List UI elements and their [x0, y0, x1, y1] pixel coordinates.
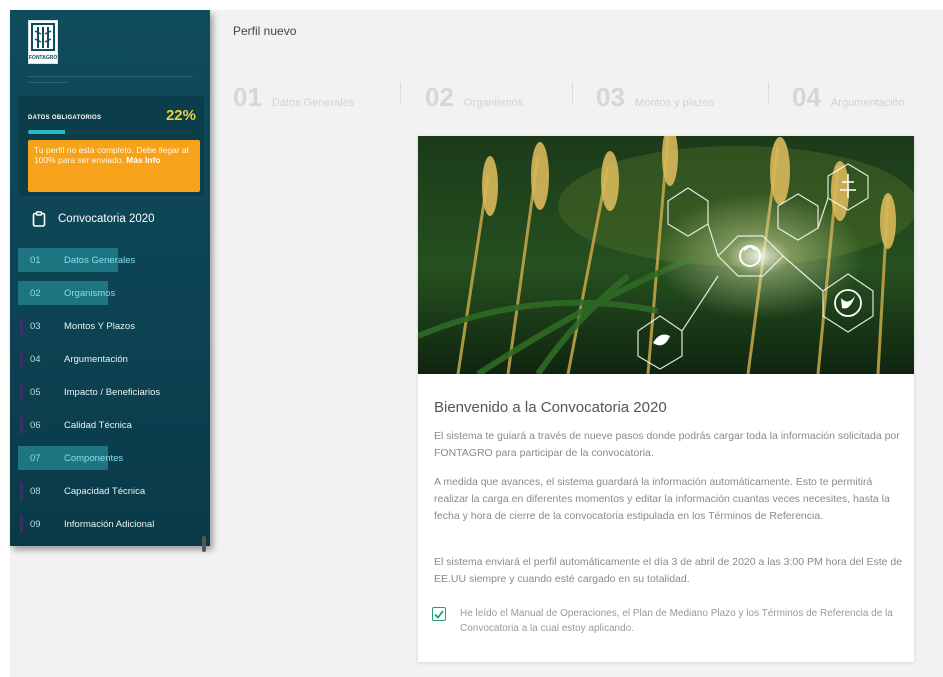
step-number: 03	[596, 82, 625, 112]
required-data-panel: DATOS OBLIGATORIOS 22% Tu perfil no esta…	[18, 96, 204, 196]
sidebar-item-label: Capacidad Técnica	[64, 485, 146, 497]
step-label: Datos Generales	[271, 97, 355, 109]
sidebar-item-number: 07	[30, 452, 41, 464]
sidebar-item-label: Argumentación	[64, 353, 128, 365]
sidebar-item-number: 03	[30, 320, 41, 332]
step-divider	[768, 82, 769, 104]
incomplete-profile-warning: Tu perfil no esta completo. Debe llegar …	[28, 140, 200, 192]
fontagro-logo[interactable]: FONTAGRO	[28, 20, 58, 64]
sidebar-item-number: 04	[30, 353, 41, 365]
sidebar-item-05[interactable]: 05 Impacto / Beneficiarios	[18, 380, 210, 404]
step-label: Montos y plazos	[634, 97, 715, 109]
logo-mark-icon	[31, 23, 55, 51]
sidebar-item-number: 05	[30, 386, 41, 398]
card-title: Bienvenido a la Convocatoria 2020	[434, 399, 667, 416]
warning-text: Tu perfil no esta completo. Debe llegar …	[34, 145, 189, 165]
hero-image	[418, 136, 914, 374]
page-title: Perfil nuevo	[233, 24, 297, 38]
sidebar-item-08[interactable]: 08 Capacidad Técnica	[18, 479, 210, 503]
sidebar-title[interactable]: Convocatoria 2020	[32, 208, 155, 230]
sidebar-item-label: Datos Generales	[64, 254, 136, 266]
sidebar-item-label: Impacto / Beneficiarios	[64, 386, 161, 398]
sidebar-item-number: 06	[30, 419, 41, 431]
divider	[28, 82, 68, 83]
clipboard-icon	[32, 211, 46, 227]
terms-checkbox[interactable]	[432, 607, 446, 621]
step-number: 02	[425, 82, 454, 112]
terms-checkbox-row[interactable]: He leído el Manual de Operaciones, el Pl…	[432, 606, 900, 636]
sidebar-item-label: Información Adicional	[64, 518, 155, 530]
sidebar-item-03[interactable]: 03 Montos Y Plazos	[18, 314, 210, 338]
sidebar-item-label: Montos Y Plazos	[64, 320, 135, 332]
sidebar-item-07[interactable]: 07 Componentes	[18, 446, 210, 470]
more-info-link[interactable]: Más Info	[126, 155, 160, 165]
step-divider	[572, 82, 573, 104]
step-divider	[400, 82, 401, 104]
autosave-paragraph: A medida que avances, el sistema guardar…	[434, 476, 890, 522]
sidebar-item-label: Organismos	[64, 287, 116, 299]
sidebar-item-label: Calidad Técnica	[64, 419, 132, 431]
sidebar-item-09[interactable]: 09 Información Adicional	[18, 512, 210, 536]
step-tab-04[interactable]: 04 Argumentación	[792, 82, 905, 113]
step-tab-03[interactable]: 03 Montos y plazos	[596, 82, 714, 113]
progress-bar-fill	[28, 130, 65, 134]
sidebar-item-label: Componentes	[64, 452, 124, 464]
check-icon	[434, 609, 444, 619]
step-number: 01	[233, 82, 262, 112]
sidebar-title-label: Convocatoria 2020	[58, 213, 155, 225]
logo-text: FONTAGRO	[29, 55, 58, 61]
divider	[28, 76, 193, 77]
step-label: Argumentación	[830, 97, 905, 109]
required-data-label: DATOS OBLIGATORIOS	[28, 115, 102, 121]
intro-paragraph: El sistema te guiará a través de nueve p…	[434, 430, 900, 459]
sidebar-item-number: 02	[30, 287, 41, 299]
terms-checkbox-label: He leído el Manual de Operaciones, el Pl…	[460, 608, 893, 634]
step-number: 04	[792, 82, 821, 112]
sidebar-item-number: 01	[30, 254, 41, 266]
sidebar-scrollbar[interactable]	[202, 536, 206, 552]
step-tab-02[interactable]: 02 Organismos	[425, 82, 523, 113]
progress-bar	[28, 130, 194, 134]
required-data-percent: 22%	[165, 107, 196, 124]
sidebar-item-02[interactable]: 02 Organismos	[18, 281, 210, 305]
submission-paragraph: El sistema enviará el perfil automáticam…	[434, 556, 903, 585]
sidebar: FONTAGRO DATOS OBLIGATORIOS 22% Tu perfi…	[10, 10, 210, 546]
sidebar-item-06[interactable]: 06 Calidad Técnica	[18, 413, 210, 437]
welcome-card: Bienvenido a la Convocatoria 2020 El sis…	[418, 136, 914, 662]
step-label: Organismos	[463, 97, 524, 109]
step-tab-01[interactable]: 01 Datos Generales	[233, 82, 354, 113]
sidebar-item-number: 09	[30, 518, 41, 530]
sidebar-item-number: 08	[30, 485, 41, 497]
sidebar-item-04[interactable]: 04 Argumentación	[18, 347, 210, 371]
sidebar-item-01[interactable]: 01 Datos Generales	[18, 248, 210, 272]
